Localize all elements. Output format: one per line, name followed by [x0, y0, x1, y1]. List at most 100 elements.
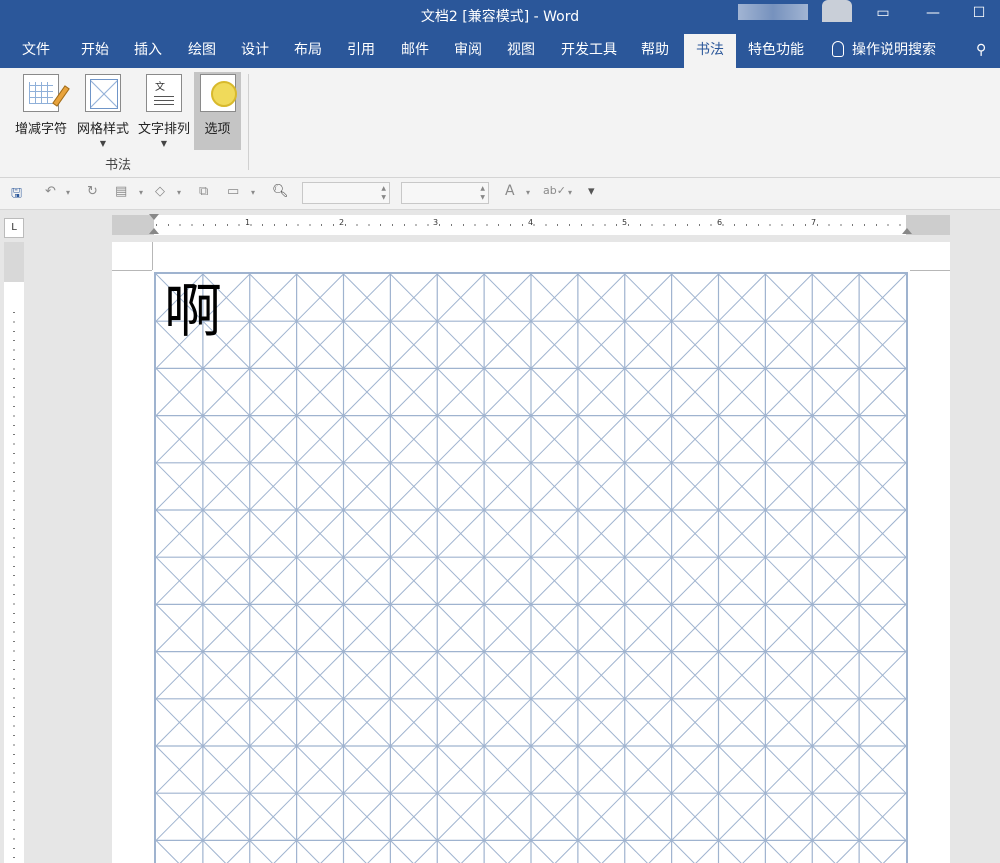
tab-mailings[interactable]: 邮件 [389, 34, 441, 68]
lightbulb-icon [832, 41, 844, 57]
tab-review[interactable]: 审阅 [442, 34, 494, 68]
tab-layout[interactable]: 布局 [282, 34, 334, 68]
tab-insert[interactable]: 插入 [122, 34, 174, 68]
dropdown-icon[interactable]: ▾ [568, 188, 572, 197]
print-preview-icon[interactable]: 🔍︎ [272, 184, 289, 199]
grid-line [507, 840, 532, 863]
grid-line [436, 840, 461, 863]
grid-style-icon [85, 74, 121, 112]
dropdown-icon[interactable]: ▾ [526, 188, 530, 197]
spelling-icon[interactable]: ab✓ [543, 184, 566, 197]
grid-line [882, 840, 906, 863]
dropdown-icon[interactable]: ▾ [177, 188, 181, 197]
grid-line [296, 840, 320, 863]
grid-line [483, 840, 508, 863]
document-page[interactable]: 啊 [112, 242, 950, 863]
copy-icon[interactable]: ⧉ [199, 184, 208, 199]
add-remove-chars-icon [23, 74, 70, 112]
dropdown-arrow-icon: ▼ [160, 139, 168, 148]
minimize-button[interactable]: — [918, 2, 948, 26]
grid-line [765, 840, 789, 863]
avatar[interactable] [822, 0, 852, 22]
spin-down-icon[interactable]: ▼ [480, 194, 485, 201]
tab-references[interactable]: 引用 [335, 34, 387, 68]
grid-line [858, 840, 883, 863]
spin-down-icon[interactable]: ▼ [381, 194, 386, 201]
grid-line [367, 840, 391, 863]
textbox-icon[interactable]: ▭ [227, 184, 239, 199]
tab-draw[interactable]: 绘图 [176, 34, 228, 68]
dropdown-icon[interactable]: ▾ [251, 188, 255, 197]
quick-access-toolbar: 🖫 ↶ ▾ ↻ ▤ ▾ ◇ ▾ ⧉ ▭ ▾ 🔍︎ ▲ ▼ ▲ ▼ A ▾ ab✓… [0, 178, 1000, 210]
font-name-box[interactable]: ▲ ▼ [302, 182, 390, 204]
maximize-button[interactable]: ☐ [964, 2, 994, 26]
text-arrange-button[interactable]: 文字排列 ▼ [134, 72, 194, 150]
ribbon-tabs: 文件 开始 插入 绘图 设计 布局 引用 邮件 审阅 视图 开发工具 帮助 书法… [0, 34, 1000, 68]
grid-line [179, 840, 204, 863]
grid-line [343, 840, 367, 863]
group-separator [248, 74, 249, 170]
grid-line [648, 840, 672, 863]
calligraphy-character[interactable]: 啊 [164, 282, 222, 340]
shapes-icon[interactable]: ◇ [155, 184, 165, 199]
spin-up-icon[interactable]: ▲ [480, 185, 485, 192]
grid-line [530, 840, 555, 863]
grid-line [460, 840, 485, 863]
first-line-indent-marker[interactable] [149, 214, 159, 220]
person-icon[interactable]: ⚲ [976, 34, 986, 68]
dropdown-arrow-icon: ▼ [99, 139, 107, 148]
calligraphy-grid [154, 272, 908, 863]
group-label-calligraphy: 书法 [105, 158, 132, 173]
tell-me-search[interactable]: 操作说明搜索 [832, 34, 936, 68]
grid-line [577, 840, 602, 863]
grid-line [390, 840, 414, 863]
grid-lines [156, 274, 906, 863]
grid-line [226, 840, 251, 863]
tab-help[interactable]: 帮助 [629, 34, 681, 68]
grid-line [671, 840, 695, 863]
grid-line [742, 840, 766, 863]
undo-dropdown-icon[interactable]: ▾ [66, 188, 70, 197]
redo-icon[interactable]: ↻ [87, 184, 98, 199]
print-layout-icon[interactable]: ▤ [115, 184, 127, 199]
ribbon-display-options-button[interactable]: ▭ [868, 2, 898, 26]
tab-view[interactable]: 视图 [495, 34, 547, 68]
tab-special-features[interactable]: 特色功能 [736, 34, 816, 68]
undo-icon[interactable]: ↶ [45, 184, 56, 199]
grid-line [156, 840, 180, 863]
right-indent-marker[interactable] [902, 228, 912, 234]
options-button[interactable]: 选项 [194, 72, 241, 150]
grid-line [320, 840, 344, 863]
tab-file[interactable]: 文件 [10, 34, 62, 68]
grid-line [835, 840, 860, 863]
grid-line [273, 840, 297, 863]
dropdown-icon[interactable]: ▾ [139, 188, 143, 197]
font-size-box[interactable]: ▲ ▼ [401, 182, 489, 204]
title-bar: 文档2 [兼容模式] - Word ▭ — ☐ [0, 0, 1000, 34]
text-arrange-icon [146, 74, 182, 112]
tab-calligraphy[interactable]: 书法 [684, 34, 736, 68]
font-color-icon[interactable]: A [505, 183, 515, 199]
grid-line [249, 840, 273, 863]
user-name[interactable] [738, 4, 808, 20]
grid-line [789, 840, 813, 863]
add-remove-chars-button[interactable]: 增减字符 [10, 72, 72, 150]
vertical-ruler [4, 242, 24, 863]
tab-home[interactable]: 开始 [69, 34, 121, 68]
grid-line [554, 840, 579, 863]
left-indent-marker[interactable] [149, 228, 159, 234]
tab-selector[interactable]: L [4, 218, 24, 238]
tab-developer[interactable]: 开发工具 [549, 34, 629, 68]
grid-line [811, 840, 836, 863]
document-workspace: L 1 2 3 4 5 6 7 啊 [0, 210, 1000, 863]
tab-design[interactable]: 设计 [229, 34, 281, 68]
grid-line [718, 840, 742, 863]
grid-style-button[interactable]: 网格样式 ▼ [72, 72, 134, 150]
save-icon[interactable]: 🖫 [11, 184, 22, 206]
grid-line [202, 840, 227, 863]
spin-up-icon[interactable]: ▲ [381, 185, 386, 192]
customize-toolbar-icon[interactable]: ▾ [588, 184, 595, 199]
grid-line [624, 840, 648, 863]
grid-line [414, 840, 438, 863]
grid-line [695, 840, 719, 863]
